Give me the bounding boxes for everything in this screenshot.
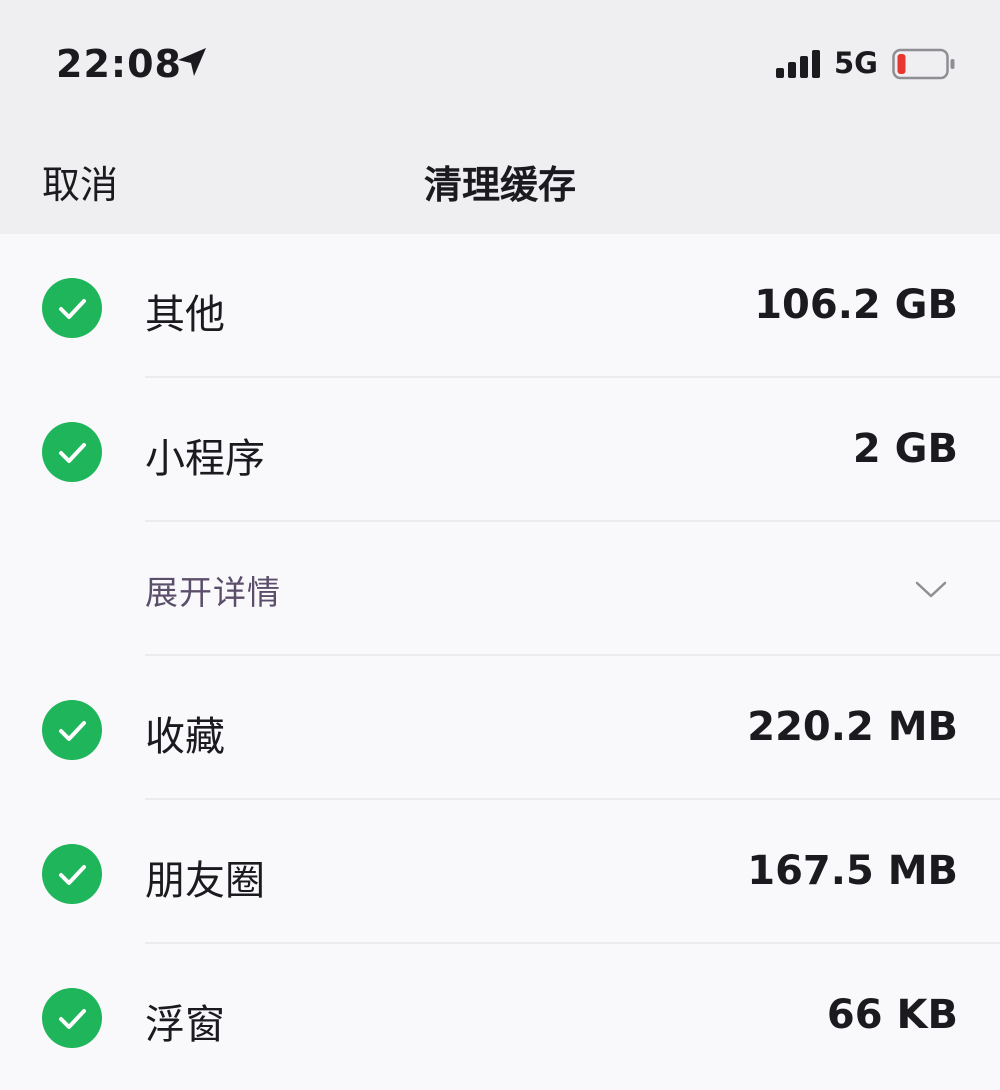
check-icon[interactable] <box>42 844 102 904</box>
cache-item-size: 2 GB <box>852 426 958 472</box>
cache-item-miniprogram[interactable]: 小程序 2 GB <box>0 378 1000 522</box>
network-type: 5G <box>834 46 878 80</box>
status-time: 22:08 <box>56 42 182 86</box>
cache-item-label: 小程序 <box>145 436 265 482</box>
expand-details-label: 展开详情 <box>145 573 281 612</box>
expand-details-row[interactable]: 展开详情 <box>0 522 1000 656</box>
cache-item-other[interactable]: 其他 106.2 GB <box>0 234 1000 378</box>
cache-list: 其他 106.2 GB 小程序 2 GB 展开详情 收藏 220.2 MB 朋友… <box>0 234 1000 1090</box>
cache-item-favorites[interactable]: 收藏 220.2 MB <box>0 656 1000 800</box>
cache-item-floating-window[interactable]: 浮窗 66 KB <box>0 944 1000 1090</box>
page-title: 清理缓存 <box>423 163 576 207</box>
cache-item-size: 66 KB <box>826 992 958 1038</box>
chevron-down-icon <box>915 581 947 598</box>
cache-item-size: 167.5 MB <box>747 848 958 894</box>
status-bar: 22:08 5G <box>0 0 1000 130</box>
check-icon[interactable] <box>42 700 102 760</box>
check-icon[interactable] <box>42 422 102 482</box>
location-arrow-icon <box>178 48 206 76</box>
cache-item-moments[interactable]: 朋友圈 167.5 MB <box>0 800 1000 944</box>
cache-item-label: 浮窗 <box>145 1002 225 1048</box>
cache-item-label: 收藏 <box>145 714 225 760</box>
cache-item-size: 220.2 MB <box>747 704 958 750</box>
nav-bar: 取消 清理缓存 <box>0 130 1000 234</box>
signal-bars-icon <box>776 50 820 78</box>
cache-item-label: 朋友圈 <box>145 858 265 904</box>
cache-item-label: 其他 <box>145 292 225 338</box>
check-icon[interactable] <box>42 278 102 338</box>
cache-item-size: 106.2 GB <box>754 282 958 328</box>
battery-low-icon <box>892 48 955 80</box>
check-icon[interactable] <box>42 988 102 1048</box>
